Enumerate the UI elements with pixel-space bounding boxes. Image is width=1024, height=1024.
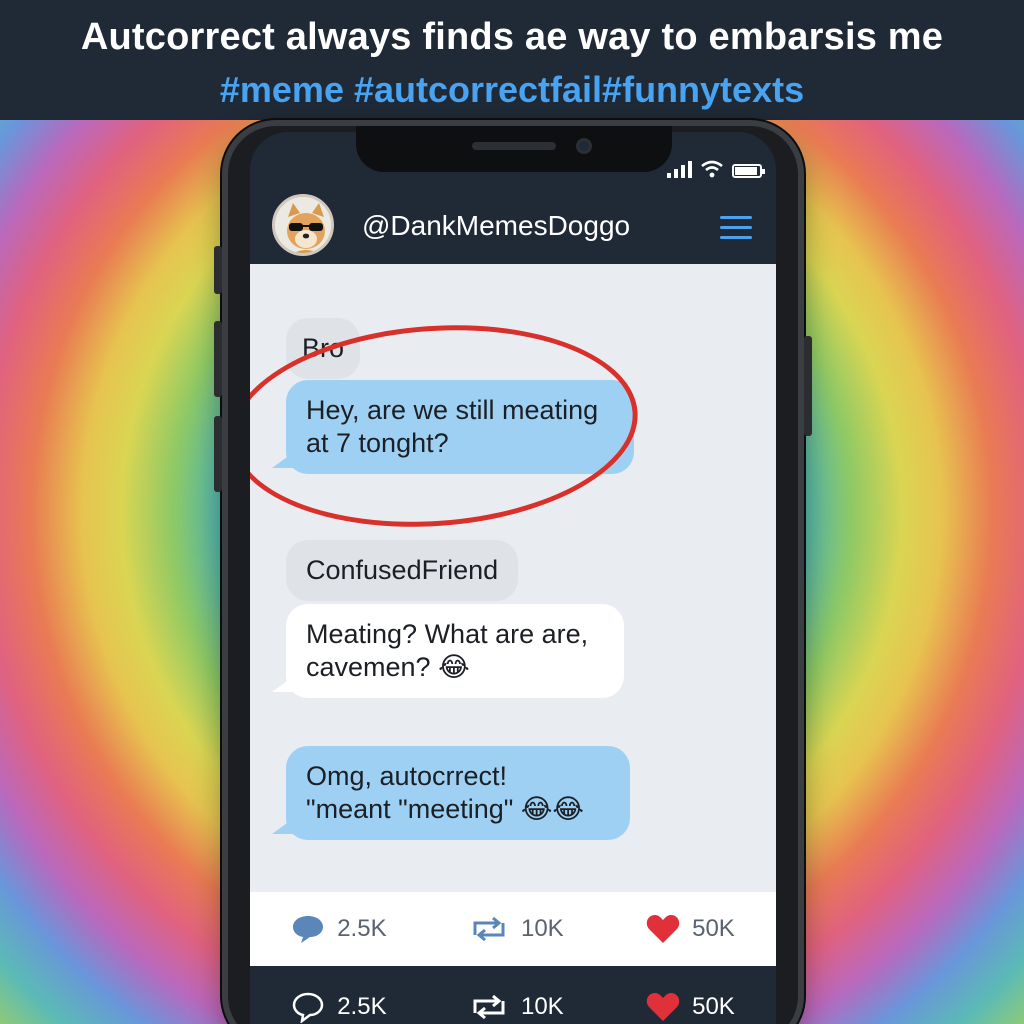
heart-icon: [646, 915, 680, 943]
mute-switch: [214, 416, 222, 492]
retweet-icon: [473, 994, 505, 1020]
sender-label-confusedfriend: ConfusedFriend: [286, 540, 519, 601]
retweet-count: 10K: [520, 993, 564, 1020]
power-button: [804, 336, 812, 436]
heart-icon: [646, 993, 680, 1021]
like-stat[interactable]: 50K: [646, 992, 735, 1022]
comment-icon: [293, 916, 324, 943]
like-count: 50K: [692, 993, 735, 1020]
comment-stat[interactable]: 2.5K: [291, 914, 387, 944]
phone-notch: [356, 126, 672, 172]
profile-handle[interactable]: @DankMemesDoggo: [362, 210, 630, 242]
status-bar: [667, 158, 765, 178]
wifi-icon: [701, 160, 723, 178]
message-bubble: Meating? What are are, cavemen? 😂: [272, 604, 624, 698]
volume-down-button: [214, 321, 222, 397]
like-count: 50K: [692, 915, 735, 942]
retweet-icon: [473, 916, 505, 942]
comment-outline-icon: [292, 992, 324, 1023]
signal-icon: [667, 161, 692, 178]
retweet-stat[interactable]: 10K: [469, 993, 564, 1021]
phone-screen: @DankMemesDoggo Bro Hey, are we still me…: [250, 132, 776, 1024]
volume-up-button: [214, 246, 222, 294]
chat-header: @DankMemesDoggo: [250, 188, 776, 264]
phone-frame: @DankMemesDoggo Bro Hey, are we still me…: [214, 120, 812, 1024]
caption-hashtags[interactable]: #meme #autcorrectfail#funnytexts: [0, 72, 1024, 108]
caption-banner: Autcorrect always finds ae way to embars…: [0, 0, 1024, 120]
engagement-bar-dark: 2.5K 10K 50K: [250, 966, 776, 1024]
avatar[interactable]: [272, 194, 334, 256]
engagement-bar: 2.5K 10K 50K: [250, 892, 776, 966]
hamburger-menu-icon[interactable]: [720, 216, 752, 240]
message-bubble: Omg, autocrrect! "meant "meeting" 😂😂: [272, 746, 630, 840]
earpiece-speaker: [472, 142, 556, 150]
message-line: cavemen? 😂: [306, 652, 470, 682]
battery-icon: [732, 164, 765, 178]
retweet-stat[interactable]: 10K: [469, 915, 564, 943]
comment-count: 2.5K: [337, 915, 387, 942]
message-line: Meating? What are are,: [306, 619, 589, 649]
dog-with-sunglasses-icon: [275, 197, 331, 253]
comment-stat[interactable]: 2.5K: [291, 991, 387, 1023]
message-line: Omg, autocrrect!: [306, 761, 508, 791]
comment-count: 2.5K: [337, 993, 387, 1020]
chat-thread: Bro Hey, are we still meating at 7 tongh…: [250, 264, 776, 892]
like-stat[interactable]: 50K: [646, 914, 735, 944]
sender-label-text: ConfusedFriend: [306, 555, 499, 585]
message-line: "meant "meeting" 😂😂: [306, 794, 584, 824]
retweet-count: 10K: [520, 915, 564, 942]
front-camera: [576, 138, 592, 154]
caption-title: Autcorrect always finds ae way to embars…: [80, 16, 944, 58]
